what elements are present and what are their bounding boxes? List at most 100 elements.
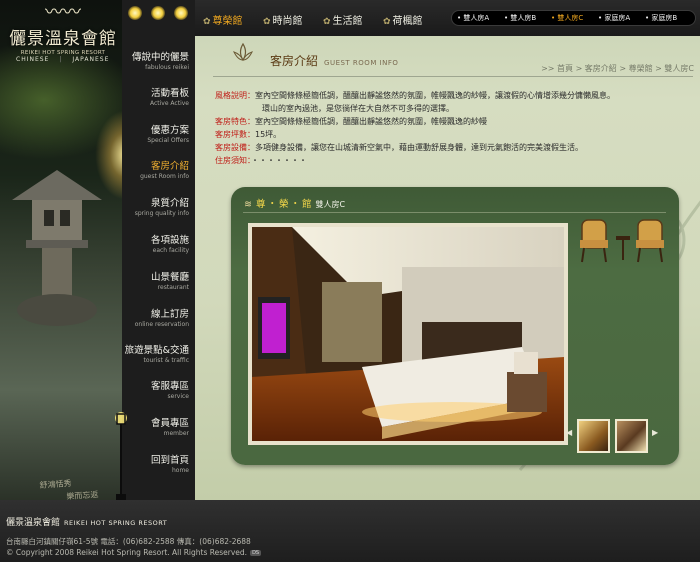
info-notice-text: ・・・・・・・ <box>251 156 307 165</box>
page-title-en: GUEST ROOM INFO <box>324 59 399 67</box>
brand-logo[interactable]: 〰〰 儷景溫泉會館 REIKEI HOT SPRING RESORT <box>4 2 122 57</box>
footer-copyright: © Copyright 2008 Reikei Hot Spring Resor… <box>6 548 262 557</box>
info-notice-label: 住房須知： <box>215 156 251 165</box>
main-nav: 傳說中的儷景 fabulous reikei 活動看板 Active Activ… <box>115 0 195 502</box>
calligraphy-line-2: 樂而忘返 <box>66 489 99 500</box>
nav-label: 山景餐廳 <box>150 272 189 283</box>
info-size-text: 15坪。 <box>255 130 282 139</box>
nav-item-service[interactable]: 客服專區 service <box>119 378 189 400</box>
page-title: 客房介紹 GUEST ROOM INFO <box>270 52 398 69</box>
breadcrumb-hall[interactable]: > 尊榮館 <box>619 64 652 73</box>
room-type-double-a[interactable]: • 雙人房A <box>457 13 489 23</box>
info-feature-text: 室內空間條條極簡低調，醞釀出靜謐悠然的氛圍，帷幔飄逸的紗幔 <box>255 117 487 126</box>
nav-sublabel: each facility <box>152 247 189 254</box>
street-lamp-icon <box>115 412 127 502</box>
tab-shishang[interactable]: ✿ 時尚館 <box>263 12 303 27</box>
info-style-label: 風格說明： <box>215 91 255 100</box>
panel-title: ≋ 尊・榮・館 雙人房C <box>244 196 345 210</box>
breadcrumb-home[interactable]: >> 首頁 <box>541 64 573 73</box>
thumbnail-2[interactable] <box>615 419 648 453</box>
tab-ornament-icon: ✿ <box>263 17 271 27</box>
nav-label: 客房介紹 <box>150 161 189 172</box>
info-feature: 客房特色：室內空間條條極簡低調，醞釀出靜謐悠然的氛圍，帷幔飄逸的紗幔 <box>215 116 487 127</box>
footer-copyright-text: © Copyright 2008 Reikei Hot Spring Resor… <box>6 548 248 557</box>
nav-item-events[interactable]: 活動看板 Active Active <box>119 85 189 107</box>
tab-ornament-icon: ✿ <box>383 17 391 27</box>
info-style: 風格說明：室內空間條條極簡低調，醞釀出靜謐悠然的氛圍，帷幔飄逸的紗幔，讓渡假的心… <box>215 90 615 101</box>
lang-chinese-link[interactable]: CHINESE <box>16 56 49 63</box>
nav-label: 各項設施 <box>150 235 189 246</box>
bulb-icon <box>128 6 142 20</box>
room-type-family-b[interactable]: • 家庭房B <box>645 13 677 23</box>
panel-subtitle: 雙人房C <box>315 200 346 209</box>
tab-zunrong[interactable]: ✿ 尊榮館 <box>203 12 243 27</box>
nav-item-facilities[interactable]: 各項設施 each facility <box>119 232 189 254</box>
bulb-icon <box>174 6 188 20</box>
info-feature-label: 客房特色： <box>215 117 255 126</box>
room-type-double-c[interactable]: • 雙人房C <box>551 13 583 23</box>
room-type-family-a[interactable]: • 家庭房A <box>598 13 630 23</box>
room-type-label: 雙人房B <box>510 14 537 22</box>
thumbnail-1[interactable] <box>577 419 610 453</box>
tab-ornament-icon: ✿ <box>323 17 331 27</box>
bulb-icon <box>151 6 165 20</box>
tab-shenghuo[interactable]: ✿ 生活館 <box>323 12 363 27</box>
nav-sublabel: fabulous reikei <box>145 64 189 71</box>
footer-brand-zh: 儷景溫泉會館 <box>6 518 61 528</box>
hero-photo-panel: 〰〰 儷景溫泉會館 REIKEI HOT SPRING RESORT CHINE… <box>0 0 122 500</box>
site-footer: 儷景溫泉會館 REIKEI HOT SPRING RESORT 台南縣白河鎮關仔嶺… <box>0 500 700 562</box>
room-type-label: 雙人房A <box>463 14 490 22</box>
nav-label: 泉質介紹 <box>150 198 189 209</box>
breadcrumb-current[interactable]: > 雙人房C <box>655 64 694 73</box>
next-arrow-icon[interactable]: ▶ <box>652 428 658 437</box>
nav-item-special-offers[interactable]: 優惠方案 Special Offers <box>119 122 189 144</box>
nav-sublabel: Special Offers <box>147 137 189 144</box>
nav-item-tourist-traffic[interactable]: 旅遊景點&交通 tourist & traffic <box>119 342 189 364</box>
footer-brand-en: REIKEI HOT SPRING RESORT <box>64 519 168 527</box>
footer-address: 台南縣白河鎮關仔嶺61-5號 電話：(06)682-2588 傳真：(06)68… <box>6 537 251 546</box>
nav-label: 旅遊景點&交通 <box>124 345 189 356</box>
room-photo <box>252 227 564 441</box>
room-type-label: 雙人房C <box>557 14 584 22</box>
footer-badge[interactable]: DS <box>250 550 262 556</box>
wing-icon: ≋ <box>244 199 252 210</box>
prev-arrow-icon[interactable]: ◀ <box>566 428 572 437</box>
info-style-cont: 環山的室內過池，是您徜佯在大自然不可多得的選擇。 <box>262 104 454 113</box>
nav-label: 客服專區 <box>150 381 189 392</box>
language-switcher: CHINESE | JAPANESE <box>16 56 109 63</box>
breadcrumb-rooms[interactable]: > 客房介紹 <box>576 64 617 73</box>
info-notice: 住房須知：・・・・・・・ <box>215 155 307 166</box>
bulb-decoration <box>122 6 195 26</box>
logo-wave-mark: 〰〰 <box>45 2 81 23</box>
room-type-double-b[interactable]: • 雙人房B <box>504 13 536 23</box>
info-facility-label: 客房設備： <box>215 143 255 152</box>
nav-item-fabulous-reikei[interactable]: 傳說中的儷景 fabulous reikei <box>119 49 189 71</box>
tab-label: 尊榮館 <box>212 16 243 27</box>
page-title-zh: 客房介紹 <box>270 54 319 68</box>
thumbnail-strip: ◀ ▶ <box>566 419 676 453</box>
lotus-icon <box>233 42 253 62</box>
nav-sublabel: guest Room info <box>140 173 189 180</box>
nav-item-online-reservation[interactable]: 線上訂房 online reservation <box>119 306 189 328</box>
logo-name-zh: 儷景溫泉會館 <box>9 29 117 49</box>
breadcrumb: >> 首頁 > 客房介紹 > 尊榮館 > 雙人房C <box>541 63 694 74</box>
nav-sublabel: service <box>167 393 190 400</box>
nav-sublabel: tourist & traffic <box>143 357 189 364</box>
lang-japanese-link[interactable]: JAPANESE <box>72 56 109 63</box>
tab-label: 時尚館 <box>272 16 303 27</box>
room-type-label: 家庭房A <box>604 14 631 22</box>
nav-item-restaurant[interactable]: 山景餐廳 restaurant <box>119 269 189 291</box>
room-gallery-panel: ≋ 尊・榮・館 雙人房C ◀ ▶ <box>231 187 679 465</box>
tab-label: 荷楓館 <box>392 16 423 27</box>
tab-hefeng[interactable]: ✿ 荷楓館 <box>383 12 423 27</box>
nav-sublabel: restaurant <box>157 284 189 291</box>
hall-tab-bar: ✿ 尊榮館 ✿ 時尚館 ✿ 生活館 ✿ 荷楓館 • 雙人房A • 雙人房B • 雙人房C… <box>195 0 700 36</box>
panel-title-text: 尊・榮・館 <box>255 199 314 210</box>
tab-label: 生活館 <box>332 16 363 27</box>
room-photo-frame <box>248 223 568 445</box>
lang-separator: | <box>59 56 63 63</box>
nav-item-spring-quality[interactable]: 泉質介紹 spring quality info <box>119 195 189 217</box>
nav-sublabel: online reservation <box>134 321 189 328</box>
info-facility: 客房設備：多項健身設備，讓您在山城清新空氣中，藉由運動舒展身體，達到元氣飽活的完… <box>215 142 583 153</box>
nav-item-guest-rooms[interactable]: 客房介紹 guest Room info <box>119 158 189 180</box>
